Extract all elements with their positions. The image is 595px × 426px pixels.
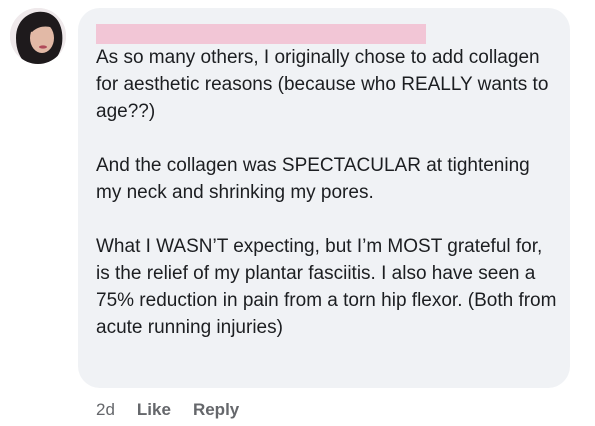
comment-body: As so many others, I originally chose to…: [96, 44, 558, 341]
reply-button[interactable]: Reply: [193, 400, 239, 420]
comment-actions: 2d Like Reply: [96, 398, 239, 422]
comment-paragraph-1: As so many others, I originally chose to…: [96, 47, 549, 122]
avatar[interactable]: [10, 8, 66, 64]
timestamp[interactable]: 2d: [96, 400, 115, 420]
comment-paragraph-2: And the collagen was SPECTACULAR at tigh…: [96, 155, 530, 203]
comment-paragraph-3: What I WASN’T expecting, but I’m MOST gr…: [96, 236, 557, 338]
profile-photo-icon: [10, 8, 66, 64]
like-button[interactable]: Like: [137, 400, 171, 420]
redacted-author-name: [96, 24, 426, 44]
comment-container: As so many others, I originally chose to…: [0, 0, 595, 426]
